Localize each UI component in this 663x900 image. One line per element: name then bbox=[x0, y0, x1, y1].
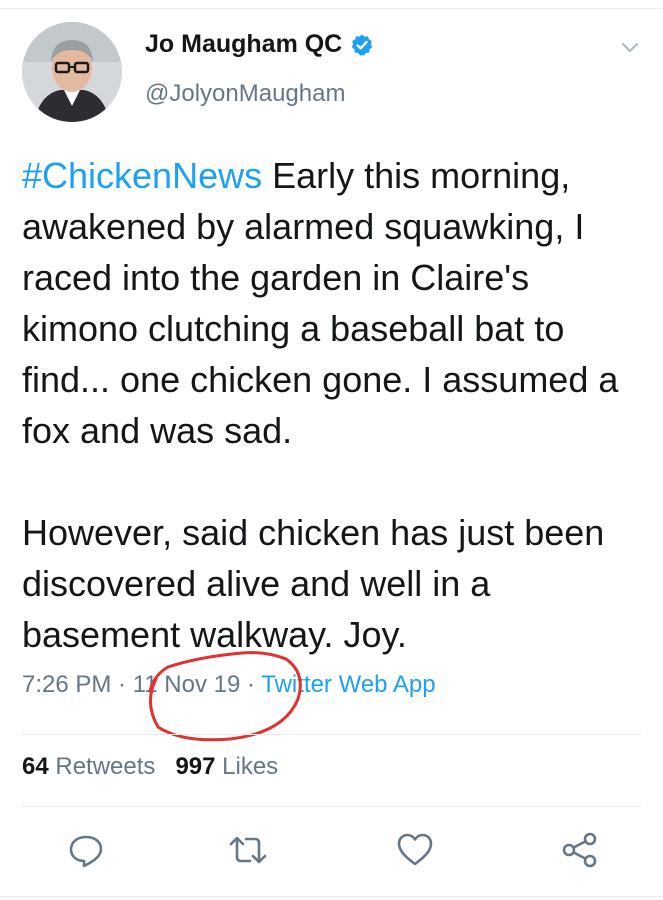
retweet-count[interactable]: 64 bbox=[22, 753, 49, 780]
share-icon[interactable] bbox=[560, 830, 600, 870]
author-handle[interactable]: @JolyonMaugham bbox=[145, 80, 345, 108]
retweet-label[interactable]: Retweets bbox=[49, 753, 155, 780]
verified-badge-icon bbox=[352, 34, 373, 56]
author-name-row[interactable]: Jo Maugham QC bbox=[145, 30, 374, 59]
divider bbox=[22, 806, 641, 807]
action-bar bbox=[0, 830, 663, 880]
like-icon[interactable] bbox=[395, 830, 435, 870]
like-count[interactable]: 997 bbox=[175, 753, 215, 780]
meta-separator: · bbox=[111, 671, 133, 698]
tweet-text-part2: However, said chicken has just been disc… bbox=[22, 512, 615, 655]
chevron-down-icon[interactable] bbox=[618, 36, 642, 60]
tweet-stats: 64 Retweets 997 Likes bbox=[22, 753, 278, 781]
like-label[interactable]: Likes bbox=[215, 753, 278, 780]
tweet-time[interactable]: 7:26 PM bbox=[22, 671, 111, 698]
avatar-image bbox=[22, 22, 122, 122]
author-name[interactable]: Jo Maugham QC bbox=[145, 30, 342, 59]
red-circle-annotation bbox=[148, 651, 302, 742]
tweet-text: #ChickenNews Early this morning, awakene… bbox=[22, 150, 652, 660]
tweet-text-part1: Early this morning, awakened by alarmed … bbox=[22, 155, 629, 451]
divider bbox=[22, 734, 641, 735]
reply-icon[interactable] bbox=[66, 830, 106, 870]
retweet-icon[interactable] bbox=[228, 830, 268, 870]
avatar[interactable] bbox=[22, 22, 122, 122]
top-divider bbox=[0, 8, 663, 9]
bottom-divider bbox=[0, 896, 663, 897]
hashtag-link[interactable]: #ChickenNews bbox=[22, 155, 262, 196]
